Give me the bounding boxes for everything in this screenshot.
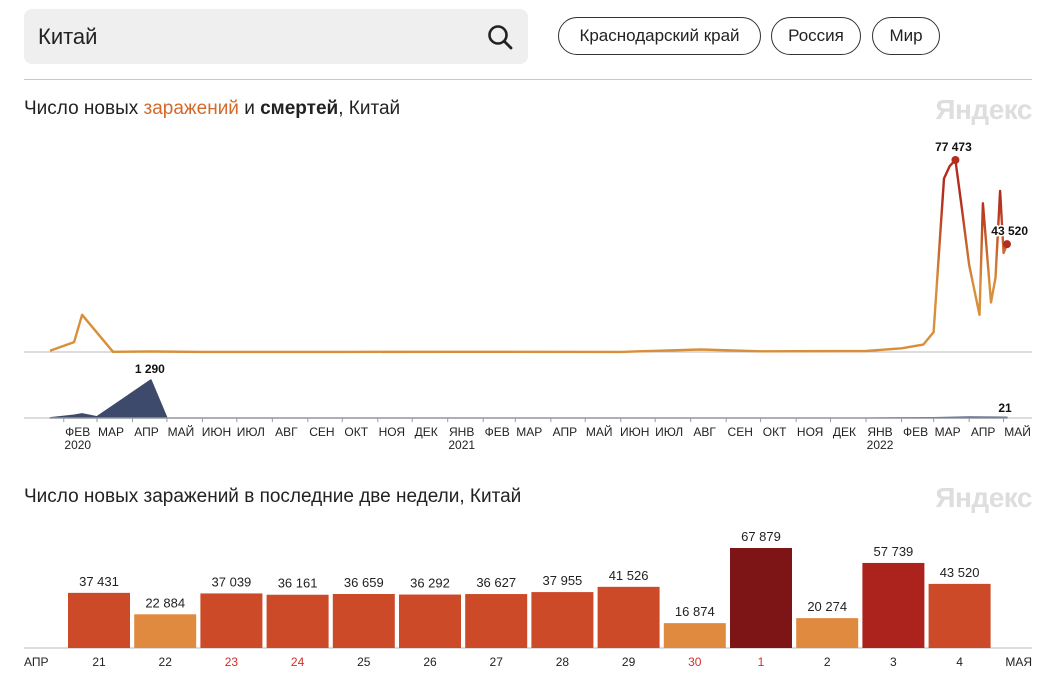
- timeline-title: Число новых заражений и смертей, Китай: [24, 98, 401, 119]
- bar-value-label: 43 520: [940, 565, 980, 580]
- month-label: МАР: [516, 425, 542, 439]
- bar-category-label: 24: [291, 655, 305, 669]
- cases-peak-point: [951, 156, 960, 164]
- bar-category-label: 4: [956, 655, 963, 669]
- chip-russia[interactable]: Россия: [771, 17, 861, 55]
- month-label: ИЮН: [202, 425, 231, 439]
- axis-start-label: АПР: [24, 655, 49, 669]
- chip-krasnodar[interactable]: Краснодарский край: [558, 17, 761, 55]
- bar-category-label: 21: [92, 655, 106, 669]
- month-label: СЕН: [309, 425, 334, 439]
- axis-end-label: МАЯ: [1005, 655, 1032, 669]
- month-label: ОКТ: [344, 425, 368, 439]
- month-label: ДЕК: [833, 425, 856, 439]
- bar-value-label: 57 739: [874, 544, 914, 559]
- cases-line: [49, 158, 1009, 354]
- bar: [332, 593, 395, 648]
- bar-value-label: 37 039: [212, 574, 252, 589]
- month-label: МАР: [98, 425, 124, 439]
- cases-last-point: [1003, 240, 1011, 249]
- bar-category-label: 2: [824, 655, 831, 669]
- bar-category-label: 26: [423, 655, 437, 669]
- search-box[interactable]: [24, 9, 528, 64]
- year-label: 2020: [64, 438, 91, 452]
- bar: [862, 562, 925, 648]
- month-label: ИЮН: [620, 425, 649, 439]
- month-label: МАЙ: [586, 424, 613, 439]
- month-label: АПР: [134, 425, 159, 439]
- month-label: ОКТ: [763, 425, 787, 439]
- bar: [200, 593, 263, 648]
- bar: [597, 586, 660, 648]
- cases-peak-label: 77 473: [935, 140, 972, 154]
- bar-value-label: 37 431: [79, 574, 119, 589]
- month-label: МАР: [935, 425, 961, 439]
- month-label: МАЙ: [168, 424, 195, 439]
- month-label: АПР: [553, 425, 578, 439]
- bar-chart: 37 4312122 8842237 0392336 1612436 65925…: [24, 529, 1032, 669]
- title-cases-word: заражений: [143, 98, 239, 119]
- bar-category-label: 25: [357, 655, 371, 669]
- bar-category-label: 27: [490, 655, 504, 669]
- bar: [465, 594, 528, 648]
- month-label: АПР: [971, 425, 996, 439]
- bar-category-label: 1: [758, 655, 765, 669]
- search-input[interactable]: [38, 9, 478, 64]
- month-label: ЯНВ: [867, 425, 892, 439]
- bar-value-label: 36 659: [344, 575, 384, 590]
- month-label: ФЕВ: [485, 425, 510, 439]
- bar-value-label: 36 161: [278, 576, 318, 591]
- bar: [730, 548, 792, 648]
- deaths-peak-label: 1 290: [135, 362, 165, 376]
- bar-value-label: 37 955: [543, 573, 583, 588]
- bar-category-label: 23: [225, 655, 239, 669]
- bar-value-label: 20 274: [807, 599, 847, 614]
- month-label: ИЮЛ: [237, 425, 265, 439]
- bar-category-label: 29: [622, 655, 636, 669]
- bar-chart-title: Число новых заражений в последние две не…: [24, 486, 522, 507]
- bar-category-label: 30: [688, 655, 702, 669]
- bar: [796, 618, 859, 648]
- month-label: АВГ: [275, 425, 298, 439]
- deaths-last-label: 21: [998, 401, 1012, 415]
- timeline-chart: 77 47343 5201 29021ФЕВ2020МАР АПР МАЙ ИЮН ИЮ…: [24, 140, 1032, 452]
- month-label: НОЯ: [379, 425, 405, 439]
- chip-world[interactable]: Мир: [872, 17, 940, 55]
- bar-value-label: 36 627: [476, 575, 516, 590]
- year-label: 2022: [867, 438, 894, 452]
- month-label: ФЕВ: [65, 425, 90, 439]
- month-label: АВГ: [693, 425, 716, 439]
- month-label: ФЕВ: [903, 425, 928, 439]
- bar: [663, 623, 726, 648]
- title-deaths-word: смертей: [260, 98, 339, 119]
- deaths-area: [49, 379, 1008, 419]
- month-label: МАЙ: [1004, 424, 1031, 439]
- month-label: НОЯ: [797, 425, 823, 439]
- search-icon[interactable]: [486, 23, 514, 51]
- bar-value-label: 22 884: [145, 595, 185, 610]
- bar: [928, 583, 991, 648]
- bar-value-label: 41 526: [609, 568, 649, 583]
- bar: [531, 592, 594, 648]
- yandex-logo-2: Яндекс: [935, 482, 1032, 513]
- month-label: ЯНВ: [449, 425, 474, 439]
- bar-value-label: 67 879: [741, 529, 781, 544]
- month-label: ДЕК: [415, 425, 438, 439]
- bar-category-label: 3: [890, 655, 897, 669]
- divider: [24, 79, 1032, 80]
- bar-value-label: 36 292: [410, 576, 450, 591]
- bar-category-label: 28: [556, 655, 570, 669]
- bar-category-label: 22: [159, 655, 173, 669]
- yandex-logo: Яндекс: [935, 94, 1032, 125]
- cases-last-label: 43 520: [991, 224, 1028, 238]
- bar: [266, 594, 329, 648]
- bar: [68, 592, 130, 648]
- month-label: СЕН: [728, 425, 753, 439]
- bar-value-label: 16 874: [675, 604, 715, 619]
- bar: [399, 594, 461, 648]
- month-label: ИЮЛ: [655, 425, 683, 439]
- bar: [134, 614, 197, 648]
- year-label: 2021: [448, 438, 475, 452]
